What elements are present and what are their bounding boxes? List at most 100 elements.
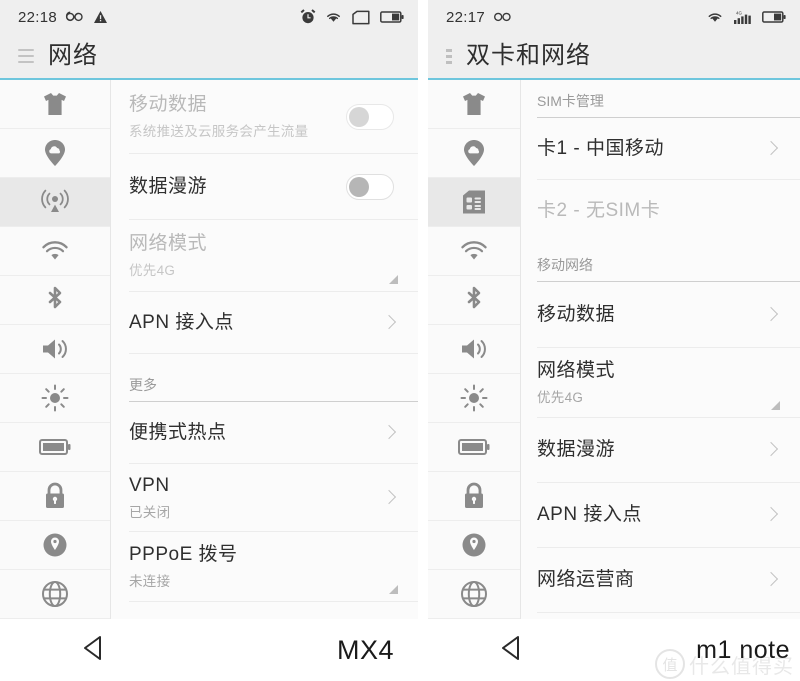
back-button[interactable] [498, 634, 524, 667]
sidebar-item-network[interactable] [0, 178, 110, 227]
battery-icon [762, 11, 786, 23]
navigation-bar: m1 note 值 什么值得买 [428, 619, 800, 681]
list-item-text: 卡2 - 无SIM卡 [537, 199, 776, 223]
list-item-data-roaming[interactable]: 数据漫游 [537, 418, 800, 483]
list-item-network-mode[interactable]: 网络模式 优先4G [537, 348, 800, 418]
title-bar: 双卡和网络 [428, 34, 800, 80]
list-item-carrier[interactable]: 网络运营商 [537, 548, 800, 613]
list-item-title: PPPoE 拨号 [129, 544, 238, 566]
brightness-icon [460, 384, 488, 412]
list-item-accessory [383, 424, 394, 442]
sidebar-item-wifi[interactable] [0, 227, 110, 276]
list-item-subtitle: 优先4G [537, 389, 584, 405]
globe-icon [42, 581, 68, 607]
list-item-text: VPN 已关闭 [129, 474, 371, 521]
navigation-bar: MX4 [0, 619, 418, 681]
list-item-subtitle: 优先4G [129, 262, 176, 278]
mobile-data-toggle[interactable] [346, 103, 394, 130]
list-item-title: 网络运营商 [537, 569, 635, 591]
sidebar-item-location[interactable] [0, 521, 110, 570]
chevron-right-icon [765, 506, 776, 524]
page-content: 移动数据 系统推送及云服务会产生流量 数据漫游 网络模式 优先4G APN 接入… [0, 80, 418, 619]
status-bar-clock: 22:18 [18, 8, 58, 26]
brightness-icon [41, 384, 69, 412]
wifi-icon [461, 241, 487, 260]
list-item-text: 移动数据 [537, 303, 753, 327]
status-bar: 22:18 [0, 0, 418, 34]
battery-icon [458, 439, 490, 455]
phone-screenshot-left: 22:18 网络 移动数据 系统推送及云服务会产生流量 数据漫游 网络模式 优先… [0, 0, 418, 681]
list-item-accessory[interactable] [346, 103, 394, 130]
chevron-right-icon [765, 571, 776, 589]
list-item-title: 移动数据 [129, 94, 208, 116]
data-roaming-toggle[interactable] [346, 173, 394, 200]
status-bar-left: 22:17 [446, 9, 513, 26]
device-model-label: m1 note [696, 635, 790, 664]
chevron-right-icon [383, 424, 394, 442]
list-item-accessory [765, 571, 776, 589]
status-bar-left: 22:18 [18, 9, 108, 26]
list-item-accessory [383, 314, 394, 332]
list-item-apn[interactable]: APN 接入点 [129, 292, 418, 354]
list-item-hotspot[interactable]: 便携式热点 [129, 402, 418, 464]
signal-4g-icon: 4G [734, 10, 751, 24]
sidebar-item-language[interactable] [0, 570, 110, 619]
sidebar-item-language[interactable] [428, 570, 520, 619]
list-item-mobile-data[interactable]: 移动数据 [537, 282, 800, 348]
sidebar-item-location[interactable] [428, 521, 520, 570]
sidebar-item-dual-sim[interactable] [428, 178, 520, 227]
hamburger-icon[interactable] [18, 49, 34, 63]
watermark-logo-icon: 值 [655, 649, 685, 679]
list-item-title: 数据漫游 [129, 175, 208, 197]
list-item-text: PPPoE 拨号 未连接 [129, 543, 394, 590]
sidebar-item-account[interactable] [428, 129, 520, 178]
panel-divider [418, 0, 428, 681]
sidebar-item-wifi[interactable] [428, 227, 520, 276]
list-item-pppoe[interactable]: PPPoE 拨号 未连接 [129, 532, 418, 602]
sidebar-item-security[interactable] [0, 472, 110, 521]
sidebar-item-sound[interactable] [0, 325, 110, 374]
volume-icon [43, 339, 67, 359]
list-item-mobile-data[interactable]: 移动数据 系统推送及云服务会产生流量 [129, 80, 418, 154]
sidebar-item-brightness[interactable] [428, 374, 520, 423]
list-item-vpn[interactable]: VPN 已关闭 [129, 464, 418, 532]
wifi-icon [708, 13, 722, 22]
infinity-icon [494, 12, 511, 22]
page-content: SIM卡管理 卡1 - 中国移动 卡2 - 无SIM卡 移动网络 移动数据 网络… [428, 80, 800, 619]
wifi-icon [42, 241, 68, 260]
list-item-apn[interactable]: APN 接入点 [537, 483, 800, 548]
list-item-accessory [765, 506, 776, 524]
sidebar-item-bluetooth[interactable] [0, 276, 110, 325]
list-item-data-roaming[interactable]: 数据漫游 [129, 154, 418, 220]
sidebar-item-account[interactable] [0, 129, 110, 178]
list-item-accessory[interactable] [346, 173, 394, 200]
status-bar-right: 4G [706, 10, 786, 25]
sidebar-item-battery[interactable] [428, 423, 520, 472]
chevron-right-icon [765, 306, 776, 324]
bluetooth-icon [48, 286, 62, 309]
status-bar-right [300, 9, 404, 25]
sidebar-item-battery[interactable] [0, 423, 110, 472]
sidebar-item-security[interactable] [428, 472, 520, 521]
sidebar-item-theme[interactable] [0, 80, 110, 129]
sidebar-item-sound[interactable] [428, 325, 520, 374]
list-item-text: APN 接入点 [129, 311, 371, 335]
sidebar-item-theme[interactable] [428, 80, 520, 129]
lock-icon [465, 482, 483, 508]
network-signal-icon [41, 189, 69, 212]
back-button[interactable] [80, 634, 106, 667]
back-triangle-icon [502, 635, 519, 660]
list-item-subtitle: 未连接 [129, 573, 171, 589]
sidebar-item-bluetooth[interactable] [428, 276, 520, 325]
tshirt-icon [44, 93, 66, 115]
device-model-label: MX4 [336, 634, 394, 665]
list-item-accessory [765, 441, 776, 459]
settings-sidebar [428, 80, 521, 619]
globe-icon [461, 581, 487, 607]
list-item-sim1[interactable]: 卡1 - 中国移动 [537, 118, 800, 180]
hamburger-icon[interactable] [446, 48, 452, 64]
list-item-title: APN 接入点 [537, 504, 642, 526]
sidebar-item-brightness[interactable] [0, 374, 110, 423]
list-item-network-mode[interactable]: 网络模式 优先4G [129, 220, 418, 292]
list-item-title: 卡1 - 中国移动 [537, 137, 664, 159]
